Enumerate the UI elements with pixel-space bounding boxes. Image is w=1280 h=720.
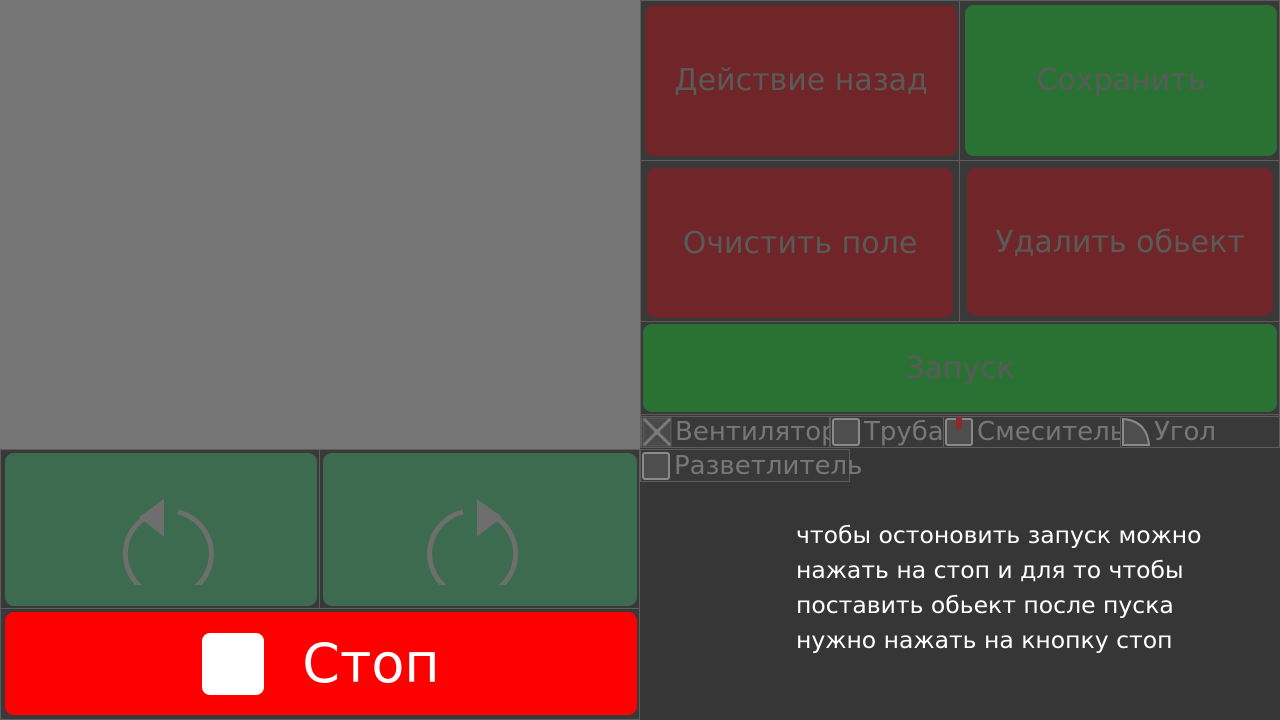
palette-item-label: Смеситель	[977, 417, 1126, 447]
rotate-left-cell	[0, 449, 320, 609]
help-text: чтобы остоновить запуск можно нажать на …	[796, 518, 1266, 658]
clear-field-button[interactable]: Очистить поле	[647, 168, 953, 318]
help-line: чтобы остоновить запуск можно	[796, 521, 1202, 549]
splitter-icon	[642, 451, 670, 480]
delete-object-label: Удалить обьект	[995, 224, 1245, 260]
save-button[interactable]: Сохранить	[965, 5, 1277, 156]
palette-item-label: Разветлитель	[674, 450, 863, 481]
delete-cell: Удалить обьект	[959, 160, 1280, 322]
mixer-icon	[945, 417, 973, 446]
help-line: нажать на стоп и для то чтобы	[796, 556, 1184, 584]
undo-cell: Действие назад	[640, 0, 960, 161]
rotate-left-button[interactable]	[5, 453, 317, 606]
rotate-right-icon	[427, 498, 519, 585]
run-label: Запуск	[905, 350, 1015, 386]
palette-item-splitter[interactable]: Разветлитель	[640, 449, 863, 482]
palette-item-label: Труба	[864, 417, 944, 447]
palette-item-mixer[interactable]: Смеситель	[943, 416, 1125, 448]
rotate-right-button[interactable]	[323, 453, 637, 606]
pipe-icon	[832, 418, 860, 446]
clear-cell: Очистить поле	[640, 160, 960, 322]
palette-item-label: Угол	[1154, 417, 1217, 447]
run-button[interactable]: Запуск	[643, 324, 1277, 412]
palette-item-pipe[interactable]: Труба	[830, 416, 944, 448]
work-canvas[interactable]	[0, 0, 640, 449]
help-line: нужно нажать на кнопку стоп	[796, 626, 1173, 654]
undo-label: Действие назад	[674, 63, 928, 98]
stop-button[interactable]: Стоп	[5, 612, 637, 715]
fan-icon	[642, 417, 672, 447]
rotate-right-cell	[319, 449, 640, 609]
rotate-left-icon	[122, 498, 214, 585]
palette-item-corner[interactable]: Угол	[1120, 416, 1280, 448]
palette-item-label: Вентилятор	[675, 417, 838, 447]
run-cell: Запуск	[640, 321, 1280, 415]
save-cell: Сохранить	[959, 0, 1280, 161]
help-line: поставить обьект после пуска	[796, 591, 1174, 619]
stop-square-icon	[202, 632, 265, 695]
save-label: Сохранить	[1036, 63, 1206, 98]
corner-icon	[1122, 417, 1151, 446]
delete-object-button[interactable]: Удалить обьект	[967, 168, 1273, 316]
clear-field-label: Очистить поле	[682, 225, 918, 261]
palette-item-fan[interactable]: Вентилятор	[641, 416, 838, 448]
stop-label: Стоп	[302, 632, 440, 695]
stop-cell: Стоп	[0, 608, 640, 720]
undo-button[interactable]: Действие назад	[645, 5, 957, 156]
